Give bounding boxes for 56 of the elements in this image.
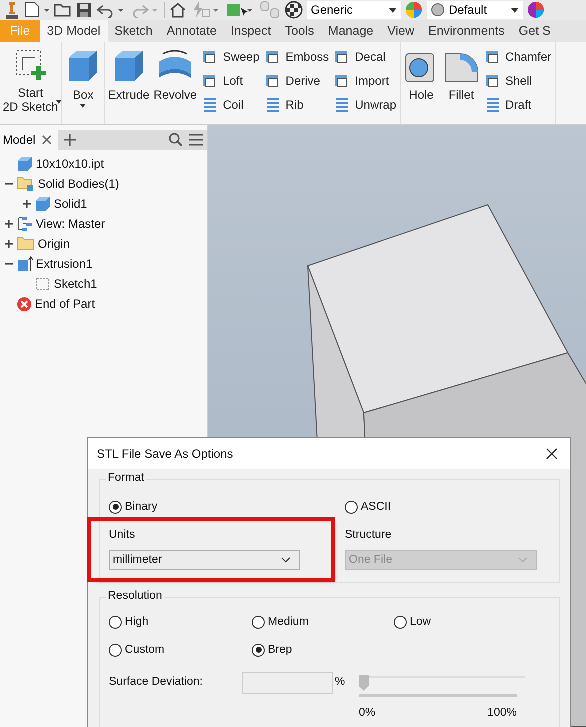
ribbon-button[interactable]: Unwrap [333,95,396,114]
radio-button[interactable]: Low [394,614,549,630]
ribbon-button[interactable]: Import [333,71,396,90]
ribbon-button[interactable]: Box [65,42,102,124]
ribbon-button[interactable]: Draft [484,95,552,114]
tree-item[interactable]: 10x10x10.ipt [36,157,104,171]
ribbon-tab[interactable]: Sketch [108,20,160,42]
ribbon-button[interactable]: Hole [404,42,440,124]
group-legend: Resolution [106,590,164,602]
tree-item[interactable]: Solid1 [54,197,88,211]
ribbon-button[interactable]: Rib [264,95,330,114]
ribbon-tab[interactable]: Annotate [160,20,224,42]
ribbon-button[interactable]: Extrude [108,42,150,124]
radio-button[interactable]: Medium [252,614,394,630]
radio-button[interactable]: Binary [109,499,345,515]
group-legend: Format [106,472,146,484]
ribbon-tab[interactable]: 3D Model [40,20,108,42]
ribbon-tab[interactable]: Environments [421,20,512,42]
radio-button[interactable]: Brep [252,642,394,658]
field-label: Surface Deviation: [109,675,204,688]
radio-button[interactable]: High [109,614,252,630]
tree-item[interactable]: Sketch1 [54,277,98,291]
units-dropdown[interactable]: millimeter [109,550,300,570]
ribbon-button[interactable]: Decal [333,47,396,66]
tree-item[interactable]: View: Master [36,217,106,231]
dialog-title: STL File Save As Options [97,446,234,460]
scale-label: 100% [488,707,517,719]
ribbon-button[interactable]: Derive [264,71,330,90]
ribbon-button[interactable]: Chamfer [484,47,552,66]
appearance-dropdown[interactable]: Default [427,1,523,19]
tree-item[interactable]: End of Part [35,297,96,311]
ribbon-tab[interactable]: View [380,20,422,42]
ribbon-tab[interactable]: Manage [321,20,381,42]
ribbon-button[interactable]: Emboss [264,47,330,66]
ribbon-button[interactable]: Coil [201,95,260,114]
field-label: Structure [345,529,393,541]
radio-button[interactable]: Custom [109,642,252,658]
structure-dropdown: One File [345,550,537,570]
ribbon-button[interactable]: Fillet [444,42,480,124]
ribbon-button[interactable]: Revolve [154,42,198,124]
ribbon-button[interactable]: Loft [201,71,260,90]
tree-item[interactable]: Origin [38,237,70,251]
radio-button[interactable]: ASCII [345,499,549,515]
ribbon-button[interactable]: Sweep [201,47,260,66]
ribbon-tab[interactable]: Get S [512,20,558,42]
unit-label: % [335,675,346,688]
field-label: Units [109,529,136,541]
tree-item[interactable]: Extrusion1 [36,257,93,271]
ribbon-button[interactable]: Shell [484,71,552,90]
ribbon-tab[interactable]: Inspect [224,20,278,42]
tree-item[interactable]: Solid Bodies(1) [38,177,120,191]
scale-label: 0% [359,707,376,719]
ribbon-tab[interactable]: Tools [278,20,322,42]
material-dropdown[interactable]: Generic [307,1,401,19]
ribbon-button[interactable]: Start 2D Sketch [3,42,58,124]
browser-tab[interactable]: Model [0,130,58,150]
